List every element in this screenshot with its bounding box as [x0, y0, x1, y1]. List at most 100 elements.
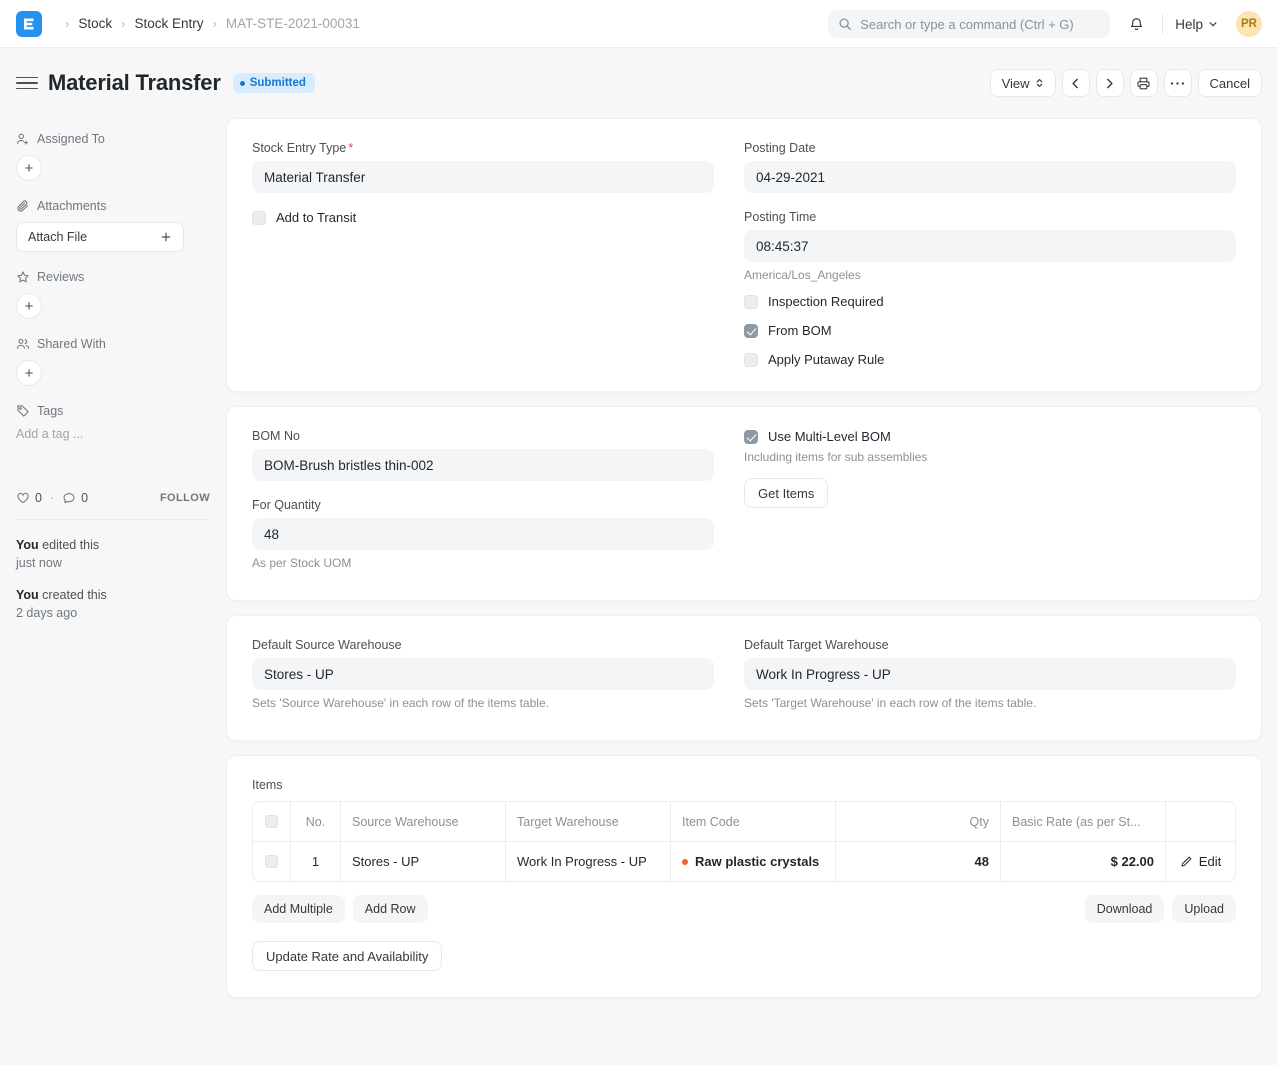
page-title: Material Transfer — [48, 70, 221, 96]
cell-source-warehouse[interactable]: Stores - UP — [341, 842, 506, 881]
column-header-actions — [1166, 802, 1235, 841]
help-menu-button[interactable]: Help — [1167, 13, 1226, 36]
page-body: Assigned To + Attachments Attach File — [0, 118, 1278, 1065]
cell-item-code[interactable]: Raw plastic crystals — [671, 842, 836, 881]
view-button[interactable]: View — [990, 69, 1056, 97]
add-review-button[interactable]: + — [16, 293, 42, 319]
download-button[interactable]: Download — [1085, 895, 1165, 923]
add-to-transit-checkbox[interactable] — [252, 211, 266, 225]
update-rate-and-availability-button[interactable]: Update Rate and Availability — [252, 941, 442, 971]
column-left: Stock Entry Type* Material Transfer Add … — [252, 141, 744, 367]
for-quantity-input[interactable]: 48 — [252, 518, 714, 550]
column-header-source-warehouse: Source Warehouse — [341, 802, 506, 841]
navbar-right: Search or type a command (Ctrl + G) Help… — [828, 0, 1262, 48]
get-items-button[interactable]: Get Items — [744, 478, 828, 508]
field-stock-entry-type: Stock Entry Type* Material Transfer — [252, 141, 714, 193]
checkbox-add-to-transit[interactable]: Add to Transit — [252, 210, 714, 225]
search-icon — [838, 17, 852, 31]
default-source-warehouse-hint: Sets 'Source Warehouse' in each row of t… — [252, 696, 714, 710]
apply-putaway-rule-checkbox[interactable] — [744, 353, 758, 367]
print-button[interactable] — [1130, 69, 1158, 97]
posting-time-label: Posting Time — [744, 210, 1236, 224]
bom-no-input[interactable]: BOM-Brush bristles thin-002 — [252, 449, 714, 481]
cell-basic-rate[interactable]: $ 22.00 — [1001, 842, 1166, 881]
pencil-icon — [1180, 855, 1193, 868]
default-source-warehouse-input[interactable]: Stores - UP — [252, 658, 714, 690]
add-share-button[interactable]: + — [16, 360, 42, 386]
more-actions-button[interactable] — [1164, 69, 1192, 97]
for-quantity-hint: As per Stock UOM — [252, 556, 714, 570]
inspection-required-label: Inspection Required — [768, 294, 884, 309]
breadcrumb-separator: › — [65, 17, 69, 30]
cancel-button[interactable]: Cancel — [1198, 69, 1262, 97]
assigned-to-label: Assigned To — [37, 132, 105, 146]
like-button[interactable]: 0 — [16, 491, 42, 505]
posting-time-input[interactable]: 08:45:37 — [744, 230, 1236, 262]
sidebar: Assigned To + Attachments Attach File — [0, 118, 226, 1065]
page-actions: View — [990, 48, 1262, 118]
stock-entry-type-input[interactable]: Material Transfer — [252, 161, 714, 193]
previous-document-button[interactable] — [1062, 69, 1090, 97]
use-multi-level-bom-checkbox[interactable] — [744, 430, 758, 444]
posting-date-input[interactable]: 04-29-2021 — [744, 161, 1236, 193]
required-marker: * — [348, 141, 353, 155]
comment-count: 0 — [81, 491, 88, 505]
activity-action: created this — [39, 588, 107, 602]
sidebar-section-assigned-to: Assigned To + — [16, 132, 210, 181]
breadcrumb: › Stock › Stock Entry › MAT-STE-2021-000… — [56, 16, 360, 31]
avatar[interactable]: PR — [1236, 11, 1262, 37]
breadcrumb-item-stock-entry[interactable]: Stock Entry — [134, 16, 203, 31]
erpnext-logo-icon[interactable] — [16, 11, 42, 37]
attach-file-button[interactable]: Attach File — [16, 222, 184, 252]
checkbox-apply-putaway-rule[interactable]: Apply Putaway Rule — [744, 352, 1236, 367]
cell-row-number: 1 — [291, 842, 341, 881]
cell-target-warehouse[interactable]: Work In Progress - UP — [506, 842, 671, 881]
default-source-warehouse-label: Default Source Warehouse — [252, 638, 714, 652]
row-edit-button[interactable]: Edit — [1166, 842, 1235, 881]
breadcrumb-item-current: MAT-STE-2021-00031 — [226, 16, 360, 31]
comment-button[interactable]: 0 — [62, 491, 88, 505]
card-bom-details: BOM No BOM-Brush bristles thin-002 For Q… — [226, 406, 1262, 601]
select-all-checkbox-cell[interactable] — [253, 802, 291, 841]
cell-item-code-label: Raw plastic crystals — [695, 854, 819, 869]
comment-icon — [62, 491, 76, 505]
add-to-transit-label: Add to Transit — [276, 210, 356, 225]
attachments-label: Attachments — [37, 199, 106, 213]
search-input[interactable]: Search or type a command (Ctrl + G) — [828, 10, 1110, 38]
attachments-header: Attachments — [16, 199, 210, 213]
inspection-required-checkbox[interactable] — [744, 295, 758, 309]
checkbox-from-bom[interactable]: From BOM — [744, 323, 1236, 338]
notifications-button[interactable] — [1120, 8, 1152, 40]
navbar-divider — [1162, 14, 1163, 34]
upload-button[interactable]: Upload — [1172, 895, 1236, 923]
table-row[interactable]: 1 Stores - UP Work In Progress - UP Raw … — [253, 842, 1235, 881]
chevron-right-icon — [1103, 77, 1116, 90]
paperclip-icon — [16, 199, 30, 213]
tags-header: Tags — [16, 404, 210, 418]
cell-qty[interactable]: 48 — [836, 842, 1001, 881]
from-bom-checkbox[interactable] — [744, 324, 758, 338]
table-header-row: No. Source Warehouse Target Warehouse It… — [253, 802, 1235, 842]
add-row-button[interactable]: Add Row — [353, 895, 428, 923]
row-checkbox[interactable] — [265, 855, 278, 868]
activity-item: You edited this just now — [16, 536, 210, 572]
select-all-checkbox[interactable] — [265, 815, 278, 828]
checkbox-inspection-required[interactable]: Inspection Required — [744, 294, 1236, 309]
default-target-warehouse-input[interactable]: Work In Progress - UP — [744, 658, 1236, 690]
column-header-target-warehouse: Target Warehouse — [506, 802, 671, 841]
breadcrumb-item-stock[interactable]: Stock — [78, 16, 112, 31]
stats-separator: · — [50, 491, 54, 505]
sidebar-toggle-icon[interactable] — [16, 77, 38, 90]
add-multiple-button[interactable]: Add Multiple — [252, 895, 345, 923]
add-tag-input[interactable]: Add a tag ... — [16, 427, 210, 441]
row-checkbox-cell[interactable] — [253, 842, 291, 881]
checkbox-use-multi-level-bom[interactable]: Use Multi-Level BOM — [744, 429, 1236, 444]
add-assignment-button[interactable]: + — [16, 155, 42, 181]
next-document-button[interactable] — [1096, 69, 1124, 97]
activity-actor: You — [16, 588, 39, 602]
view-button-label: View — [1002, 76, 1030, 91]
heart-icon — [16, 491, 30, 505]
timezone-hint: America/Los_Angeles — [744, 268, 1236, 282]
follow-button[interactable]: FOLLOW — [160, 492, 210, 504]
default-target-warehouse-label: Default Target Warehouse — [744, 638, 1236, 652]
